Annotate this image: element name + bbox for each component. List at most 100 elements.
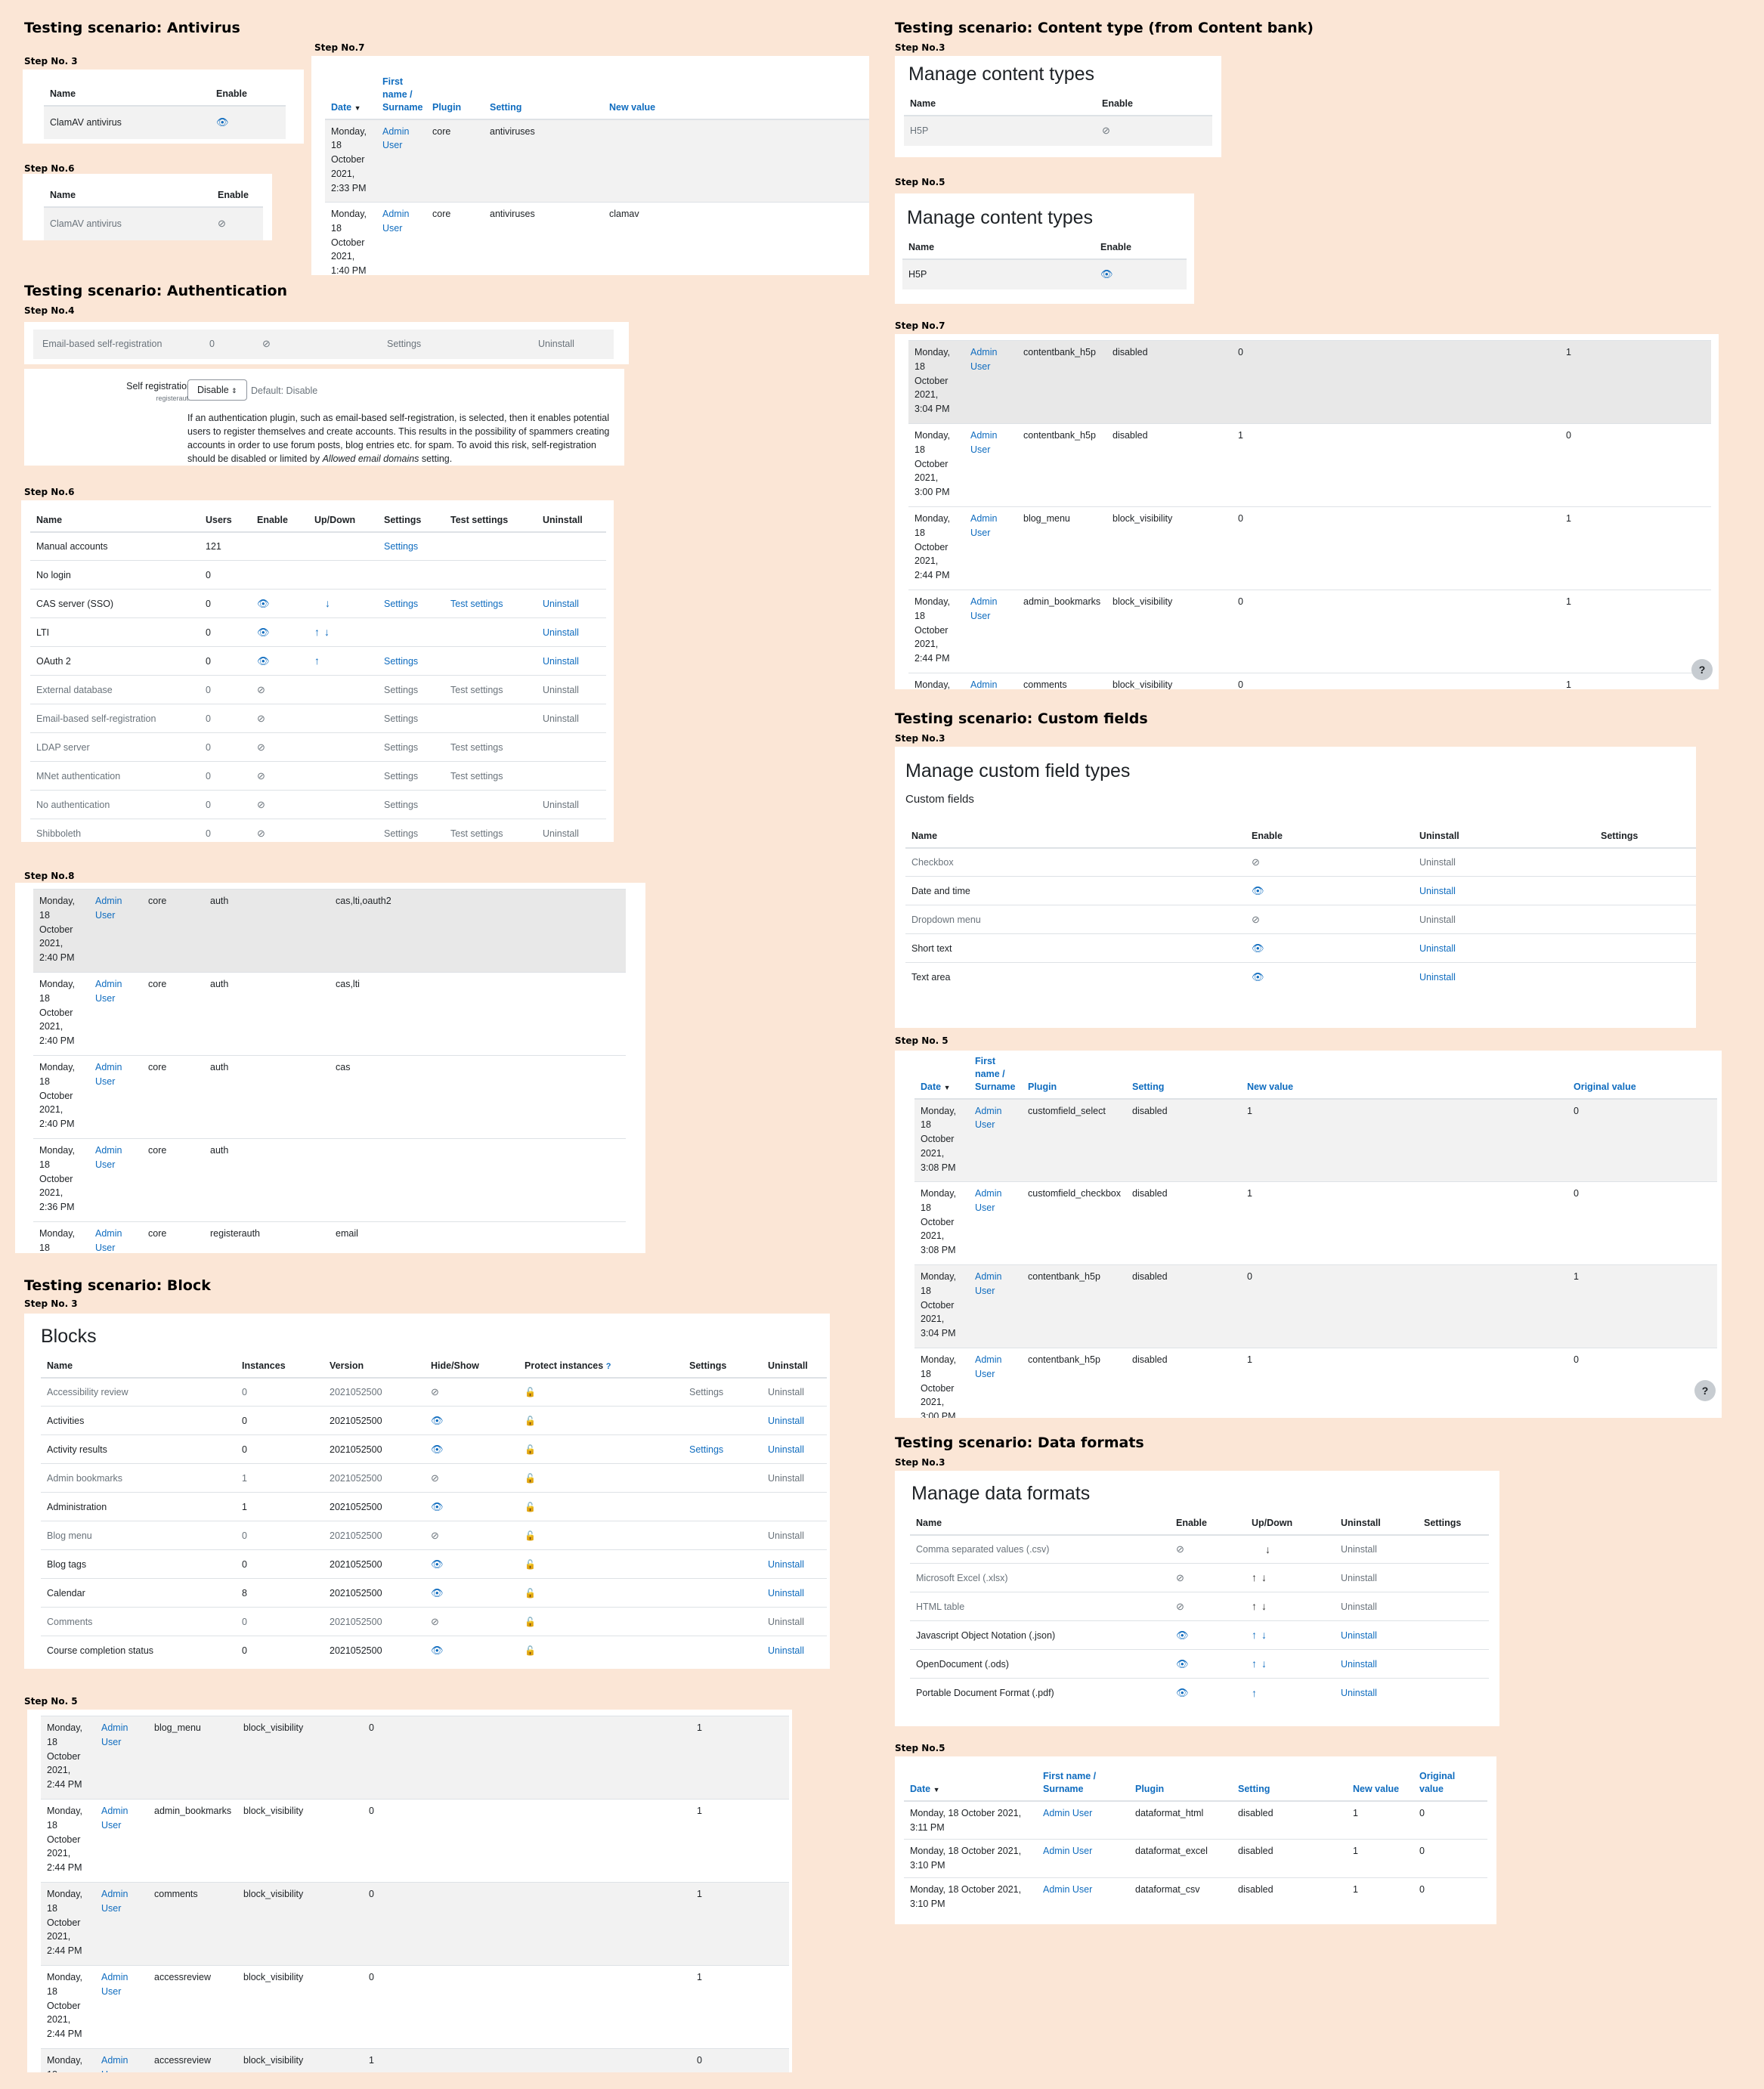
eye-icon[interactable]: 👁 [431, 1444, 444, 1454]
settings-link[interactable]: Settings [378, 589, 444, 618]
eye-icon[interactable]: 👁 [431, 1645, 444, 1655]
log-user-link[interactable]: Admin User [1037, 1839, 1129, 1878]
uninstall-link[interactable]: Uninstall [1335, 1563, 1418, 1592]
col-date[interactable]: Date [910, 1784, 930, 1794]
eye-slash-icon[interactable]: ⊘ [431, 1617, 439, 1626]
help-button[interactable]: ? [1691, 659, 1713, 680]
col-setting[interactable]: Setting [484, 71, 603, 120]
log-user-link[interactable]: Admin User [376, 119, 426, 203]
col-original-value[interactable]: Original value [1413, 1766, 1487, 1802]
eye-icon[interactable]: 👁 [257, 599, 270, 608]
unlock-icon[interactable]: 🔓 [525, 1416, 536, 1426]
eye-icon[interactable]: 👁 [1176, 1659, 1189, 1669]
log-user-link[interactable]: Admin User [964, 506, 1017, 590]
eye-slash-icon[interactable]: ⊘ [1176, 1544, 1184, 1554]
uninstall-link[interactable]: Uninstall [762, 1377, 827, 1407]
eye-slash-icon[interactable]: ⊘ [1176, 1602, 1184, 1611]
uninstall-link[interactable]: Uninstall [1413, 905, 1595, 934]
settings-link[interactable]: Settings [378, 531, 444, 561]
eye-icon[interactable]: 👁 [1100, 269, 1113, 279]
eye-icon[interactable]: 👁 [257, 656, 270, 666]
log-user-link[interactable]: Admin User [89, 1138, 142, 1222]
log-user-link[interactable]: Admin User [969, 1098, 1022, 1182]
eye-slash-icon[interactable]: ⊘ [257, 742, 265, 752]
uninstall-link[interactable]: Uninstall [1335, 1534, 1418, 1564]
arrow-up-icon[interactable]: ↑ [1252, 1570, 1257, 1586]
settings-link[interactable]: Settings [378, 675, 444, 704]
col-user[interactable]: First name / Surname [969, 1051, 1022, 1100]
col-user[interactable]: First name / Surname [1037, 1766, 1129, 1802]
col-date[interactable]: Date [921, 1082, 941, 1092]
unlock-icon[interactable]: 🔓 [525, 1502, 536, 1512]
col-original-value[interactable]: Original value [1567, 1051, 1717, 1100]
arrow-up-icon[interactable]: ↑ [1252, 1598, 1257, 1614]
uninstall-link[interactable]: Uninstall [762, 1607, 827, 1636]
unlock-icon[interactable]: 🔓 [525, 1559, 536, 1570]
unlock-icon[interactable]: 🔓 [525, 1530, 536, 1541]
unlock-icon[interactable]: 🔓 [525, 1473, 536, 1484]
settings-link[interactable]: Settings [378, 704, 444, 733]
log-user-link[interactable]: Admin User [969, 1181, 1022, 1265]
uninstall-link[interactable]: Uninstall [537, 704, 606, 733]
settings-link[interactable]: Settings [381, 330, 532, 359]
log-user-link[interactable]: Admin User [969, 1264, 1022, 1348]
eye-slash-icon[interactable]: ⊘ [431, 1530, 439, 1540]
log-user-link[interactable]: Admin User [89, 1221, 142, 1253]
arrow-down-icon[interactable]: ↓ [1261, 1656, 1267, 1672]
settings-link[interactable]: Settings [378, 761, 444, 791]
eye-slash-icon[interactable]: ⊘ [257, 800, 265, 809]
uninstall-link[interactable]: Uninstall [1335, 1678, 1418, 1707]
uninstall-link[interactable]: Uninstall [1413, 933, 1595, 963]
eye-slash-icon[interactable]: ⊘ [257, 685, 265, 695]
col-user[interactable]: First name / Surname [376, 71, 426, 120]
settings-link[interactable]: Settings [378, 732, 444, 762]
test-settings-link[interactable]: Test settings [444, 761, 537, 791]
uninstall-link[interactable]: Uninstall [762, 1463, 827, 1493]
eye-icon[interactable]: 👁 [1252, 943, 1264, 953]
col-new-value[interactable]: New value [1347, 1766, 1413, 1802]
eye-slash-icon[interactable]: ⊘ [431, 1387, 439, 1397]
uninstall-link[interactable]: Uninstall [537, 589, 606, 618]
eye-icon[interactable]: 👁 [1252, 972, 1264, 982]
uninstall-link[interactable]: Uninstall [1413, 847, 1595, 877]
arrow-down-icon[interactable]: ↓ [1261, 1598, 1267, 1614]
log-user-link[interactable]: Admin User [89, 889, 142, 973]
uninstall-link[interactable]: Uninstall [762, 1521, 827, 1550]
eye-icon[interactable]: 👁 [1176, 1688, 1189, 1698]
col-plugin[interactable]: Plugin [426, 71, 484, 120]
arrow-down-icon[interactable]: ↓ [1261, 1570, 1267, 1586]
settings-link[interactable]: Settings [683, 1377, 762, 1407]
self-registration-select[interactable]: Disable ⇕ [187, 379, 247, 401]
uninstall-link[interactable]: Uninstall [537, 617, 606, 647]
test-settings-link[interactable]: Test settings [444, 589, 537, 618]
uninstall-link[interactable]: Uninstall [537, 646, 606, 676]
eye-slash-icon[interactable]: ⊘ [257, 713, 265, 723]
log-user-link[interactable]: Admin User [89, 1055, 142, 1139]
eye-slash-icon[interactable]: ⊘ [218, 218, 226, 228]
unlock-icon[interactable]: 🔓 [525, 1617, 536, 1627]
eye-icon[interactable]: 👁 [431, 1559, 444, 1569]
eye-slash-icon[interactable]: ⊘ [1252, 915, 1260, 924]
help-button[interactable]: ? [1694, 1380, 1716, 1401]
uninstall-link[interactable]: Uninstall [1413, 876, 1595, 905]
help-icon[interactable]: ? [606, 1362, 611, 1371]
arrow-up-icon[interactable]: ↑ [1252, 1627, 1257, 1643]
log-user-link[interactable]: Admin User [964, 423, 1017, 507]
log-user-link[interactable]: Admin User [376, 202, 426, 275]
arrow-down-icon[interactable]: ↓ [1265, 1542, 1270, 1558]
col-setting[interactable]: Setting [1126, 1051, 1241, 1100]
arrow-down-icon[interactable]: ↓ [324, 624, 330, 640]
eye-slash-icon[interactable]: ⊘ [262, 339, 271, 348]
log-user-link[interactable]: Admin User [964, 340, 1017, 424]
test-settings-link[interactable]: Test settings [444, 732, 537, 762]
eye-slash-icon[interactable]: ⊘ [257, 771, 265, 781]
uninstall-link[interactable]: Uninstall [1413, 962, 1595, 992]
unlock-icon[interactable]: 🔓 [525, 1588, 536, 1598]
log-user-link[interactable]: Admin User [95, 1882, 148, 1966]
log-user-link[interactable]: Admin User [95, 1799, 148, 1883]
eye-slash-icon[interactable]: ⊘ [1176, 1573, 1184, 1583]
log-user-link[interactable]: Admin User [964, 590, 1017, 673]
log-user-link[interactable]: Admin User [95, 2048, 148, 2072]
settings-link[interactable]: Settings [378, 790, 444, 819]
log-user-link[interactable]: Admin User [1037, 1877, 1129, 1916]
